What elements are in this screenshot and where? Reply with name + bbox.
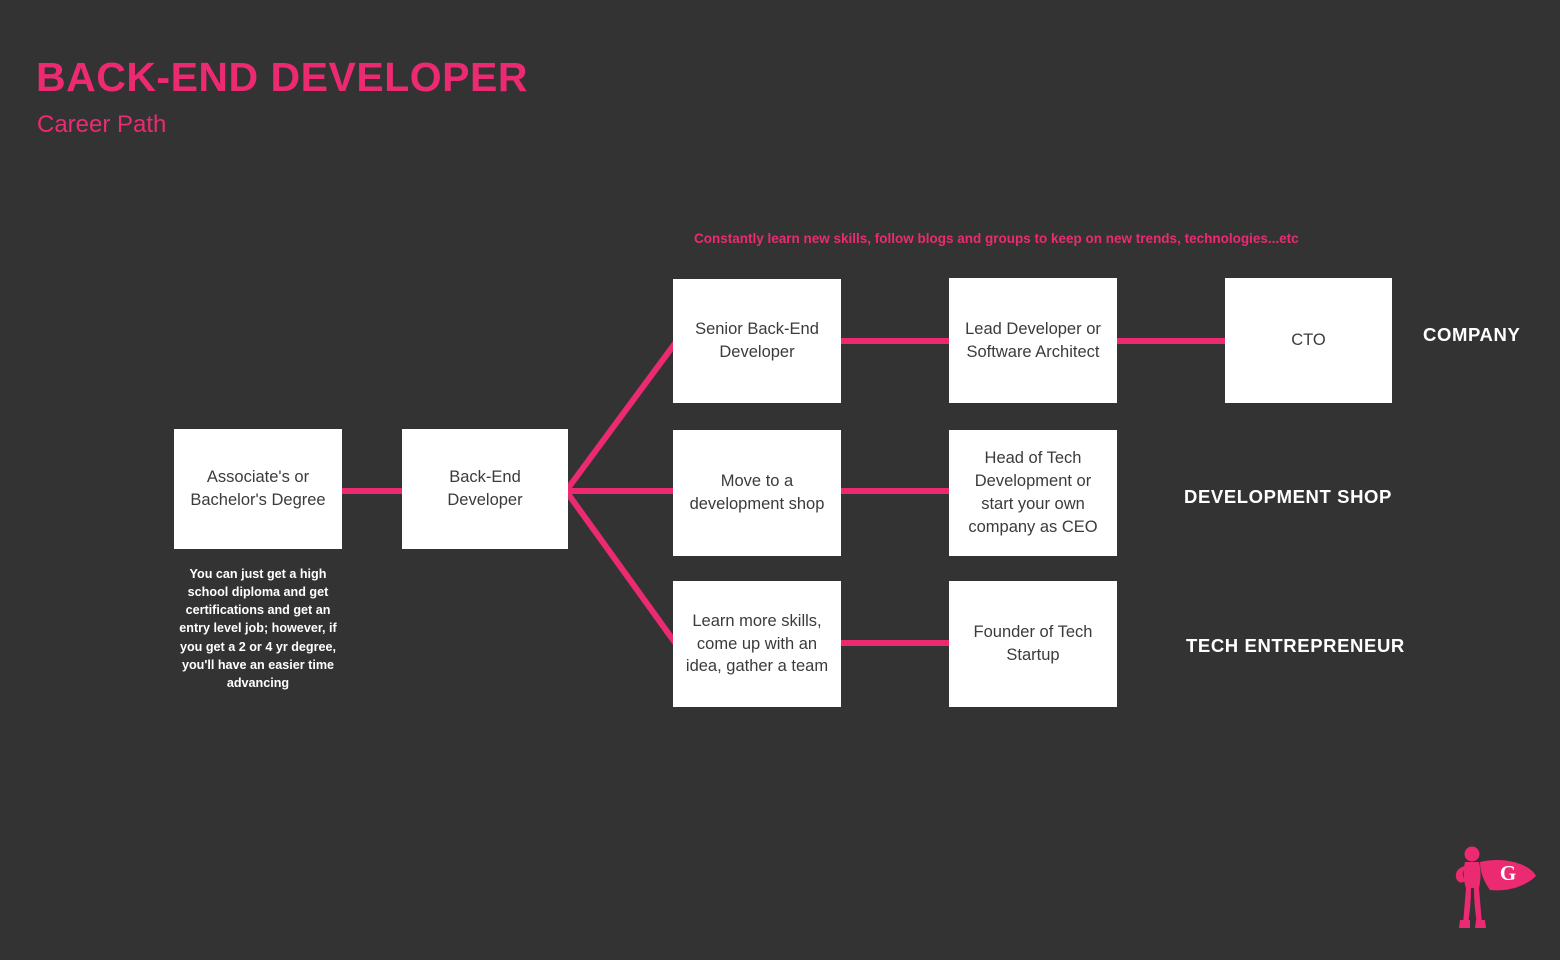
node-label: Founder of Tech Startup <box>973 623 1093 664</box>
logo-torso <box>1463 862 1481 888</box>
node-senior-back-end-developer[interactable]: Senior Back-End Developer <box>673 279 841 403</box>
node-start-degree[interactable]: Associate's or Bachelor's Degree <box>174 429 342 549</box>
degree-note: You can just get a high school diploma a… <box>179 567 337 690</box>
logo-leg-right <box>1474 888 1482 924</box>
logo-head <box>1464 846 1480 862</box>
superhero-logo: G <box>1455 846 1536 928</box>
node-label: Senior Back-End Developer <box>695 320 819 361</box>
node-label: Lead Developer or Software Architect <box>965 319 1101 361</box>
node-head-of-tech-development[interactable]: Head of Tech Development or start your o… <box>949 430 1117 556</box>
node-label: CTO <box>1291 331 1326 350</box>
page-subtitle: Career Path <box>37 111 167 138</box>
node-label: Learn more skills, come up with an idea,… <box>685 611 829 676</box>
node-label: Head of Tech Development or start your o… <box>968 449 1098 536</box>
track-label-company: COMPANY <box>1423 324 1521 345</box>
node-cto[interactable]: CTO <box>1225 278 1392 403</box>
node-label: Back-End Developer <box>447 468 523 509</box>
track-label-tech-entrepreneur: TECH ENTREPRENEUR <box>1186 635 1405 656</box>
page-title: BACK-END DEVELOPER <box>36 54 528 100</box>
career-path-diagram: BACK-END DEVELOPER Career Path Constantl… <box>0 0 1560 960</box>
node-back-end-developer[interactable]: Back-End Developer <box>402 429 568 549</box>
node-lead-developer-or-software-architect[interactable]: Lead Developer or Software Architect <box>949 278 1117 403</box>
node-founder-of-tech-startup[interactable]: Founder of Tech Startup <box>949 581 1117 707</box>
node-learn-more-skills[interactable]: Learn more skills, come up with an idea,… <box>673 581 841 707</box>
track-label-development-shop: DEVELOPMENT SHOP <box>1184 486 1392 507</box>
logo-letter: G <box>1500 861 1516 885</box>
logo-leg-left <box>1463 888 1471 924</box>
node-move-to-development-shop[interactable]: Move to a development shop <box>673 430 841 556</box>
logo-boot-right <box>1475 920 1486 928</box>
logo-boot-left <box>1459 920 1470 928</box>
edge-role-to-senior <box>563 340 679 493</box>
top-annotation: Constantly learn new skills, follow blog… <box>694 231 1299 246</box>
node-label: Associate's or Bachelor's Degree <box>190 468 326 509</box>
node-label: Move to a development shop <box>689 472 825 513</box>
edge-role-to-startup <box>563 489 679 646</box>
